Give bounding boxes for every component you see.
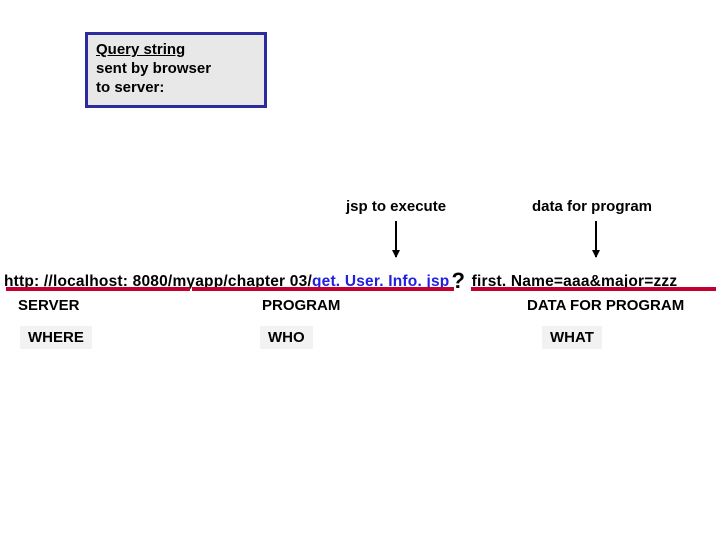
arrow-down-jsp xyxy=(395,221,397,257)
role-tile-who: WHO xyxy=(260,326,313,349)
segment-label-program: PROGRAM xyxy=(262,297,340,314)
underline-server xyxy=(6,287,190,291)
role-tile-what: WHAT xyxy=(542,326,602,349)
title-line2: sent by browser xyxy=(96,60,211,77)
underline-program xyxy=(192,287,454,291)
segment-label-server: SERVER xyxy=(18,297,79,314)
title-line3: to server: xyxy=(96,79,164,96)
label-data-for-program: data for program xyxy=(532,198,652,215)
underline-data xyxy=(471,287,716,291)
segment-label-data: DATA FOR PROGRAM xyxy=(527,297,684,314)
arrow-down-data xyxy=(595,221,597,257)
title-box: Query string sent by browser to server: xyxy=(85,32,267,108)
role-tile-where: WHERE xyxy=(20,326,92,349)
diagram-stage: Query string sent by browser to server: … xyxy=(0,0,720,540)
label-jsp-to-execute: jsp to execute xyxy=(346,198,446,215)
title-line1: Query string xyxy=(96,41,185,58)
